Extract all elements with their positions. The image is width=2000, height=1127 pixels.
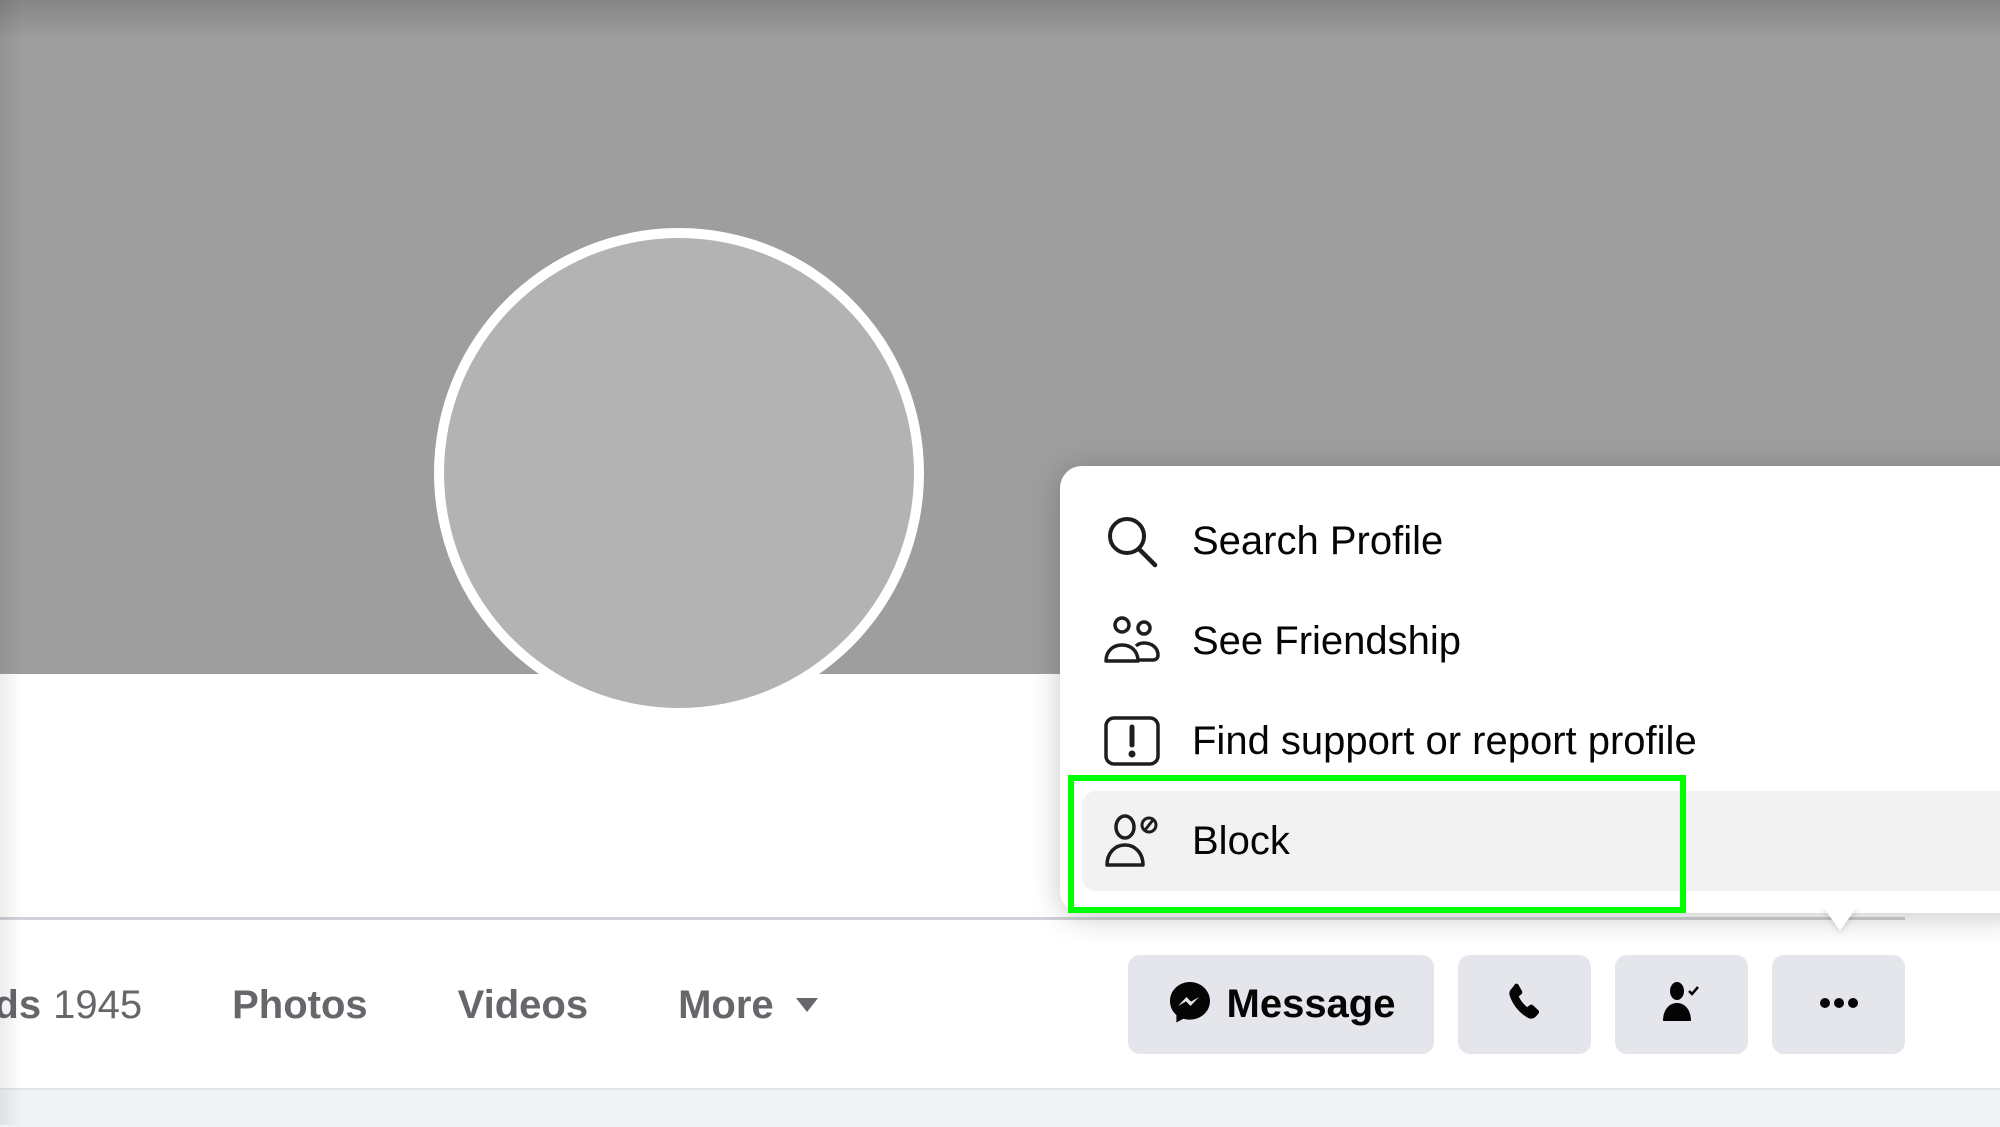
messenger-icon [1167, 979, 1213, 1030]
message-button[interactable]: Message [1128, 955, 1434, 1054]
page-background-band [0, 1088, 2000, 1127]
menu-pointer [1822, 905, 1858, 931]
tab-friends-label: nds [0, 982, 42, 1027]
call-button[interactable] [1458, 955, 1591, 1054]
tab-friends[interactable]: nds 1945 [0, 983, 142, 1028]
tab-more[interactable]: More [678, 983, 818, 1028]
friend-check-icon [1657, 977, 1707, 1032]
profile-actions: Message [1128, 955, 1905, 1054]
caret-down-icon [795, 998, 818, 1012]
ellipsis-icon [1819, 996, 1859, 1014]
phone-icon [1503, 980, 1547, 1029]
cover-shadow [0, 0, 2000, 40]
profile-tabs: nds 1945 Photos Videos More [0, 970, 908, 1040]
menu-item-block[interactable]: Block [1082, 791, 2000, 891]
menu-item-label: Search Profile [1192, 518, 1444, 563]
block-user-icon [1102, 811, 1162, 871]
tab-photos[interactable]: Photos [232, 983, 368, 1028]
report-icon [1102, 711, 1162, 771]
search-icon [1102, 511, 1162, 571]
message-label: Message [1226, 982, 1396, 1026]
tab-videos[interactable]: Videos [458, 983, 588, 1028]
menu-item-see-friendship[interactable]: See Friendship [1082, 591, 2000, 691]
more-options-menu: Search Profile See Friendship Find suppo… [1060, 466, 2000, 913]
friends-icon [1102, 611, 1162, 671]
menu-item-label: See Friendship [1192, 618, 1462, 663]
profile-picture[interactable] [434, 228, 924, 718]
profile-divider [0, 917, 1905, 920]
menu-item-label: Find support or report profile [1192, 718, 1697, 763]
menu-item-report-profile[interactable]: Find support or report profile [1082, 691, 2000, 791]
friends-count: 1945 [53, 982, 143, 1027]
friends-status-button[interactable] [1615, 955, 1748, 1054]
tab-more-label: More [678, 982, 774, 1027]
menu-item-label: Block [1192, 818, 1290, 863]
more-options-button[interactable] [1772, 955, 1905, 1054]
profile-picture-placeholder [444, 238, 914, 708]
menu-item-search-profile[interactable]: Search Profile [1082, 491, 2000, 591]
